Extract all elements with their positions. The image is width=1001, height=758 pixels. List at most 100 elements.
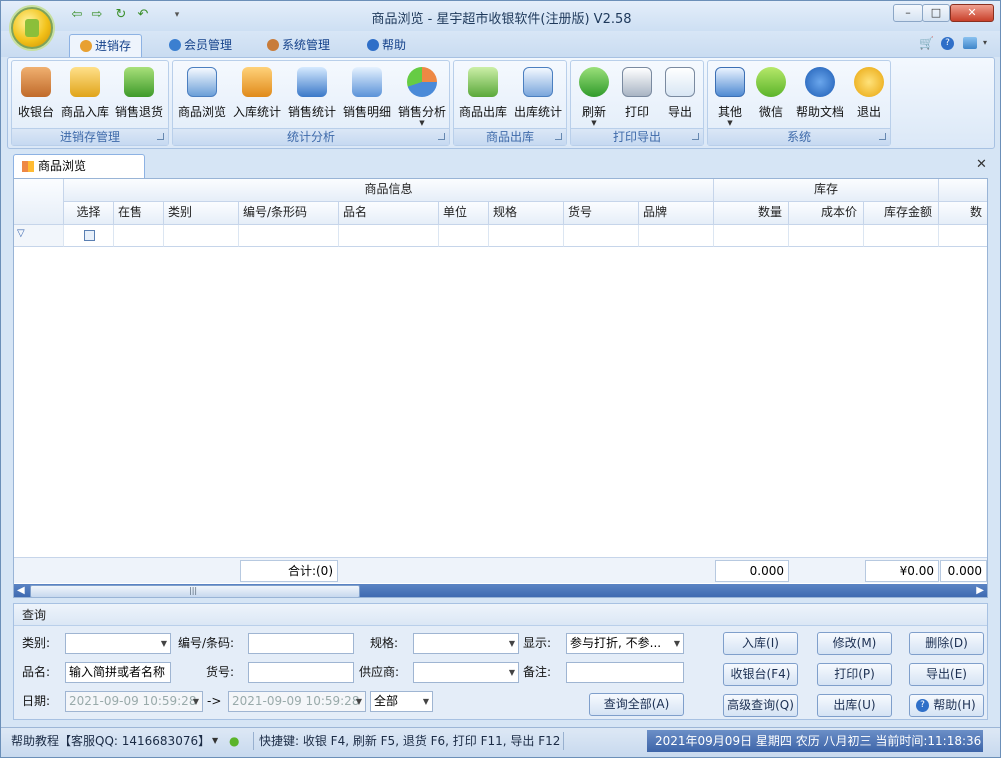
stock-in-button-q[interactable]: 入库(I) [723, 632, 798, 655]
close-button[interactable]: ✕ [950, 4, 994, 22]
tab-member[interactable]: 会员管理 [159, 34, 242, 57]
date-range-select[interactable]: 全部 ▼ [370, 691, 433, 712]
dialog-launcher-icon[interactable] [692, 133, 699, 140]
other-button[interactable]: 其他 ▼ [710, 64, 750, 127]
horizontal-scrollbar[interactable]: ◀ ||| ▶ [14, 584, 987, 597]
cart-icon[interactable]: 🛒 [919, 36, 934, 50]
filter-cost[interactable] [789, 225, 864, 247]
maximize-button[interactable]: □ [922, 4, 950, 22]
date-from-picker[interactable]: 2021-09-09 10:59:28 ▼ [65, 691, 203, 712]
dialog-launcher-icon[interactable] [438, 133, 445, 140]
button-label: 销售统计 [287, 105, 336, 119]
col-header-select[interactable]: 选择 [64, 202, 114, 225]
filter-spec[interactable] [489, 225, 564, 247]
status-bar: 帮助教程【客服QQ: 1416683076】 ▼ ● 快捷键: 收银 F4, 刷… [1, 727, 1000, 757]
help-button[interactable]: ? 帮助(H) [909, 694, 984, 717]
cashier-button-q[interactable]: 收银台(F4) [723, 663, 798, 686]
export-button[interactable]: 导出 [659, 64, 701, 122]
stock-out-button[interactable]: 商品出库 [456, 64, 510, 122]
back-icon[interactable]: ⇦ [69, 8, 85, 22]
refresh-icon[interactable]: ↻ [113, 8, 129, 22]
sales-stats-button[interactable]: 销售统计 [285, 64, 339, 122]
col-header-stock-amount[interactable]: 库存金额 [864, 202, 939, 225]
app-menu-button[interactable] [11, 7, 53, 49]
exit-button[interactable]: 退出 [849, 64, 889, 122]
item-no-input[interactable] [248, 662, 354, 683]
browse-goods-button[interactable]: 商品浏览 [175, 64, 229, 122]
name-input[interactable]: 输入简拼或者名称 [65, 662, 171, 683]
stock-out-button-q[interactable]: 出库(U) [817, 694, 892, 717]
refresh-button[interactable]: 刷新 ▼ [573, 64, 615, 127]
undo-icon[interactable]: ↶ [135, 8, 151, 22]
remark-input[interactable] [566, 662, 684, 683]
close-doc-icon[interactable]: ✕ [976, 157, 987, 172]
wechat-small-icon[interactable]: ● [229, 733, 239, 749]
supplier-select[interactable]: ▼ [413, 662, 519, 683]
sales-detail-button[interactable]: 销售明细 [340, 64, 394, 122]
code-input[interactable] [248, 633, 354, 654]
col-header-cost[interactable]: 成本价 [789, 202, 864, 225]
col-header-unit[interactable]: 单位 [439, 202, 489, 225]
dialog-launcher-icon[interactable] [555, 133, 562, 140]
filter-name[interactable] [339, 225, 439, 247]
col-header-brand[interactable]: 品牌 [639, 202, 714, 225]
minimize-button[interactable]: – [893, 4, 923, 22]
tab-system[interactable]: 系统管理 [257, 34, 340, 57]
col-header-spec[interactable]: 规格 [489, 202, 564, 225]
customize-menu-icon[interactable]: ▾ [169, 8, 185, 22]
filter-select[interactable] [64, 225, 114, 247]
wechat-button[interactable]: 微信 [751, 64, 791, 122]
tab-stock[interactable]: 进销存 [69, 34, 143, 57]
help-tutorial-link[interactable]: 帮助教程【客服QQ: 1416683076】 [11, 733, 210, 749]
select-all-checkbox[interactable] [84, 230, 95, 241]
filter-more[interactable] [939, 225, 987, 247]
col-header-on-sale[interactable]: 在售 [114, 202, 164, 225]
print-button[interactable]: 打印 [616, 64, 658, 122]
help-doc-button[interactable]: 帮助文档 [792, 64, 848, 122]
export-button-q[interactable]: 导出(E) [909, 663, 984, 686]
col-header-barcode[interactable]: 编号/条形码 [239, 202, 339, 225]
filter-category[interactable] [164, 225, 239, 247]
filter-quantity[interactable] [714, 225, 789, 247]
col-header-more[interactable]: 数 [939, 202, 987, 225]
skin-icon[interactable] [963, 37, 977, 49]
edit-button[interactable]: 修改(M) [817, 632, 892, 655]
delete-button[interactable]: 删除(D) [909, 632, 984, 655]
stock-in-stats-button[interactable]: 入库统计 [230, 64, 284, 122]
cashier-button[interactable]: 收银台 [14, 64, 58, 122]
stock-in-button[interactable]: 商品入库 [58, 64, 112, 122]
scroll-thumb[interactable]: ||| [30, 585, 360, 597]
filter-stock-amount[interactable] [864, 225, 939, 247]
col-header-item-no[interactable]: 货号 [564, 202, 639, 225]
display-select[interactable]: 参与打折, 不参... ▼ [566, 633, 684, 654]
filter-barcode[interactable] [239, 225, 339, 247]
export-icon [665, 67, 695, 97]
advanced-query-button[interactable]: 高级查询(Q) [723, 694, 798, 717]
skin-dropdown-icon[interactable]: ▾ [983, 38, 987, 47]
doc-tab-browse[interactable]: 商品浏览 [13, 154, 145, 178]
col-header-quantity[interactable]: 数量 [714, 202, 789, 225]
filter-item-no[interactable] [564, 225, 639, 247]
group-system: 其他 ▼ 微信 帮助文档 退出 系统 [707, 60, 891, 146]
spec-select[interactable]: ▼ [413, 633, 519, 654]
dialog-launcher-icon[interactable] [879, 133, 886, 140]
col-header-category[interactable]: 类别 [164, 202, 239, 225]
sales-analysis-button[interactable]: 销售分析 ▼ [395, 64, 449, 127]
col-header-name[interactable]: 品名 [339, 202, 439, 225]
print-button-q[interactable]: 打印(P) [817, 663, 892, 686]
filter-unit[interactable] [439, 225, 489, 247]
date-to-picker[interactable]: 2021-09-09 10:59:28 ▼ [228, 691, 366, 712]
scroll-right-icon[interactable]: ▶ [976, 585, 984, 596]
category-select[interactable]: ▼ [65, 633, 171, 654]
scroll-left-icon[interactable]: ◀ [17, 585, 25, 596]
help-dropdown-icon[interactable]: ▼ [212, 733, 218, 749]
filter-brand[interactable] [639, 225, 714, 247]
return-button[interactable]: 销售退货 [112, 64, 166, 122]
filter-on-sale[interactable] [114, 225, 164, 247]
query-all-button[interactable]: 查询全部(A) [589, 693, 684, 716]
stock-out-stats-button[interactable]: 出库统计 [511, 64, 565, 122]
tab-help[interactable]: 帮助 [357, 34, 416, 57]
dialog-launcher-icon[interactable] [157, 133, 164, 140]
forward-icon[interactable]: ⇨ [89, 8, 105, 22]
info-icon[interactable]: ? [941, 37, 954, 50]
